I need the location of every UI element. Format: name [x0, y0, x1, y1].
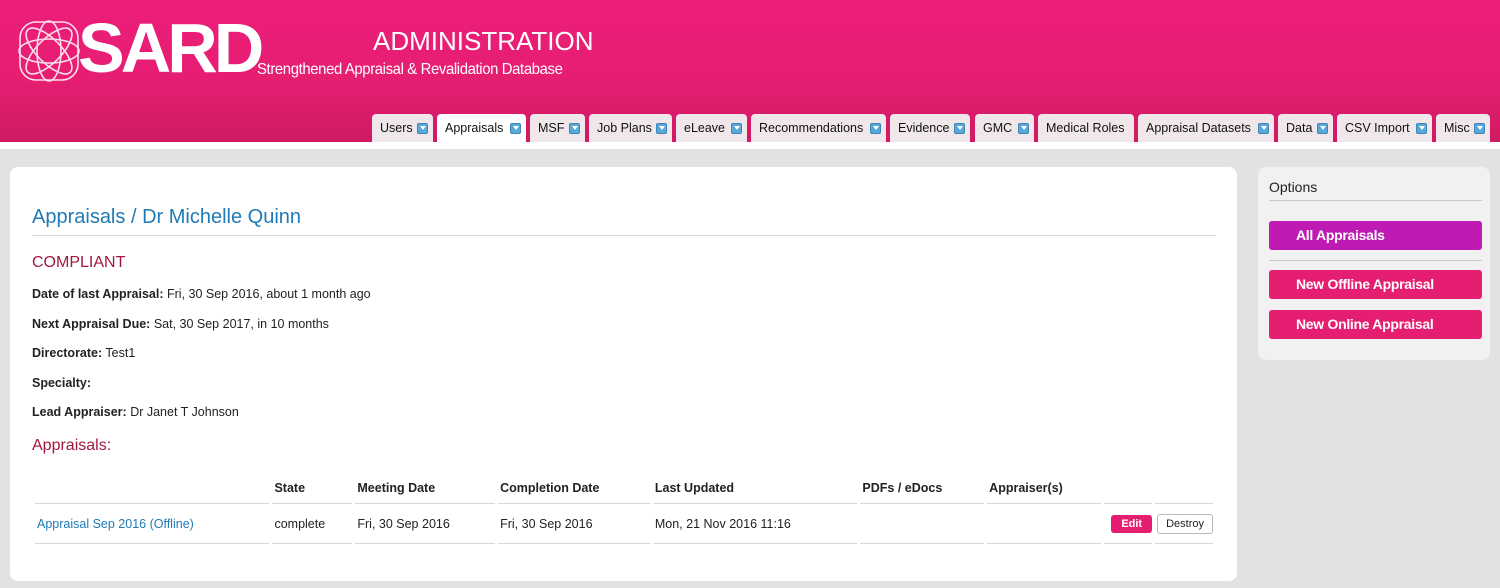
field-next-appraisal-due: Next Appraisal Due: Sat, 30 Sep 2017, in… [32, 317, 329, 331]
tab-recommendations[interactable]: Recommendations [751, 114, 886, 142]
col-header-edit [1104, 472, 1153, 504]
field-specialty: Specialty: [32, 376, 91, 390]
tab-appraisal-datasets[interactable]: Appraisal Datasets [1138, 114, 1274, 142]
field-value: Fri, 30 Sep 2016, about 1 month ago [167, 287, 371, 301]
appraisals-table: State Meeting Date Completion Date Last … [32, 472, 1216, 544]
tab-label: Appraisal Datasets [1146, 121, 1251, 135]
tab-evidence[interactable]: Evidence [890, 114, 970, 142]
tab-eleave[interactable]: eLeave [676, 114, 747, 142]
options-title: Options [1269, 179, 1318, 195]
chevron-down-icon[interactable] [656, 123, 667, 134]
cell-pdfs [860, 504, 985, 544]
tab-label: Users [380, 121, 413, 135]
col-header-name [35, 472, 270, 504]
breadcrumb-appraisals-link[interactable]: Appraisals [32, 206, 125, 228]
col-header-pdfs: PDFs / eDocs [860, 472, 985, 504]
field-value: Sat, 30 Sep 2017, in 10 months [153, 317, 329, 331]
tab-label: GMC [983, 121, 1013, 135]
col-header-state: State [272, 472, 353, 504]
tab-medical-roles[interactable]: Medical Roles [1038, 114, 1134, 142]
chevron-down-icon[interactable] [569, 123, 580, 134]
edit-button[interactable]: Edit [1111, 514, 1153, 533]
cell-state: complete [272, 504, 353, 544]
cell-edit: Edit [1104, 504, 1153, 544]
divider [32, 235, 1216, 236]
tab-label: Misc [1444, 121, 1470, 135]
new-online-appraisal-button[interactable]: New Online Appraisal [1269, 310, 1482, 339]
cell-meeting-date: Fri, 30 Sep 2016 [355, 504, 496, 544]
field-directorate: Directorate: Test1 [32, 346, 135, 360]
table-row: Appraisal Sep 2016 (Offline) complete Fr… [35, 504, 1213, 544]
options-panel: Options All Appraisals New Offline Appra… [1258, 167, 1490, 360]
header-title: ADMINISTRATION [373, 26, 594, 56]
field-label: Next Appraisal Due: [32, 317, 151, 331]
breadcrumb-person: Dr Michelle Quinn [142, 206, 302, 228]
tab-label: Job Plans [597, 121, 652, 135]
tab-misc[interactable]: Misc [1436, 114, 1490, 142]
col-header-completion-date: Completion Date [498, 472, 650, 504]
tab-job-plans[interactable]: Job Plans [589, 114, 672, 142]
tab-appraisals[interactable]: Appraisals [437, 114, 526, 142]
breadcrumb: Appraisals / Dr Michelle Quinn [32, 206, 301, 229]
chevron-down-icon[interactable] [870, 123, 881, 134]
field-label: Lead Appraiser: [32, 405, 127, 419]
cell-completion-date: Fri, 30 Sep 2016 [498, 504, 650, 544]
field-label: Date of last Appraisal: [32, 287, 164, 301]
field-value: Test1 [105, 346, 136, 360]
app-header: SARD ADMINISTRATION Strengthened Apprais… [0, 0, 1500, 142]
all-appraisals-button[interactable]: All Appraisals [1269, 221, 1482, 250]
chevron-down-icon[interactable] [1258, 123, 1269, 134]
col-header-meeting-date: Meeting Date [355, 472, 496, 504]
tab-label: Data [1286, 121, 1313, 135]
compliance-status: COMPLIANT [32, 254, 126, 271]
tab-label: Recommendations [759, 121, 864, 135]
field-label: Specialty: [32, 376, 92, 390]
field-label: Directorate: [32, 346, 103, 360]
chevron-down-icon[interactable] [954, 123, 965, 134]
col-header-destroy [1155, 472, 1213, 504]
field-value: Dr Janet T Johnson [130, 405, 239, 419]
tab-label: MSF [538, 121, 565, 135]
main-panel: Appraisals / Dr Michelle Quinn COMPLIANT… [10, 167, 1237, 581]
tab-csv-import[interactable]: CSV Import [1337, 114, 1432, 142]
sard-logo[interactable]: SARD [14, 9, 264, 87]
tab-label: Evidence [898, 121, 950, 135]
new-offline-appraisal-button[interactable]: New Offline Appraisal [1269, 270, 1482, 299]
chevron-down-icon[interactable] [1416, 123, 1427, 134]
chevron-down-icon[interactable] [1018, 123, 1029, 134]
options-divider [1269, 200, 1482, 201]
nav-underline [0, 142, 1500, 149]
tab-label: Appraisals [445, 121, 504, 135]
cell-appraisers [987, 504, 1102, 544]
appraisals-section-title: Appraisals: [32, 437, 112, 454]
cell-last-updated: Mon, 21 Nov 2016 11:16 [652, 504, 858, 544]
tab-msf[interactable]: MSF [530, 114, 585, 142]
header-subtitle: Strengthened Appraisal & Revalidation Da… [257, 61, 563, 78]
appraisal-link[interactable]: Appraisal Sep 2016 (Offline) [37, 517, 194, 531]
chevron-down-icon[interactable] [731, 123, 742, 134]
options-divider [1269, 260, 1482, 261]
chevron-down-icon[interactable] [1317, 123, 1328, 134]
logo-knot-icon [18, 20, 80, 82]
tab-label: CSV Import [1345, 121, 1410, 135]
destroy-button[interactable]: Destroy [1157, 513, 1213, 534]
chevron-down-icon[interactable] [510, 123, 521, 134]
field-last-appraisal: Date of last Appraisal: Fri, 30 Sep 2016… [32, 287, 371, 301]
field-lead-appraiser: Lead Appraiser: Dr Janet T Johnson [32, 405, 239, 419]
breadcrumb-separator: / [130, 206, 137, 228]
tab-data[interactable]: Data [1278, 114, 1333, 142]
tab-label: eLeave [684, 121, 726, 135]
col-header-appraisers: Appraiser(s) [987, 472, 1102, 504]
logo-text: SARD [78, 9, 264, 87]
cell-name: Appraisal Sep 2016 (Offline) [35, 504, 270, 544]
chevron-down-icon[interactable] [417, 123, 428, 134]
tab-gmc[interactable]: GMC [975, 114, 1034, 142]
col-header-last-updated: Last Updated [652, 472, 858, 504]
cell-destroy: Destroy [1155, 504, 1213, 544]
tab-users[interactable]: Users [372, 114, 433, 142]
chevron-down-icon[interactable] [1474, 123, 1485, 134]
table-header-row: State Meeting Date Completion Date Last … [35, 472, 1213, 504]
tab-label: Medical Roles [1046, 121, 1125, 135]
